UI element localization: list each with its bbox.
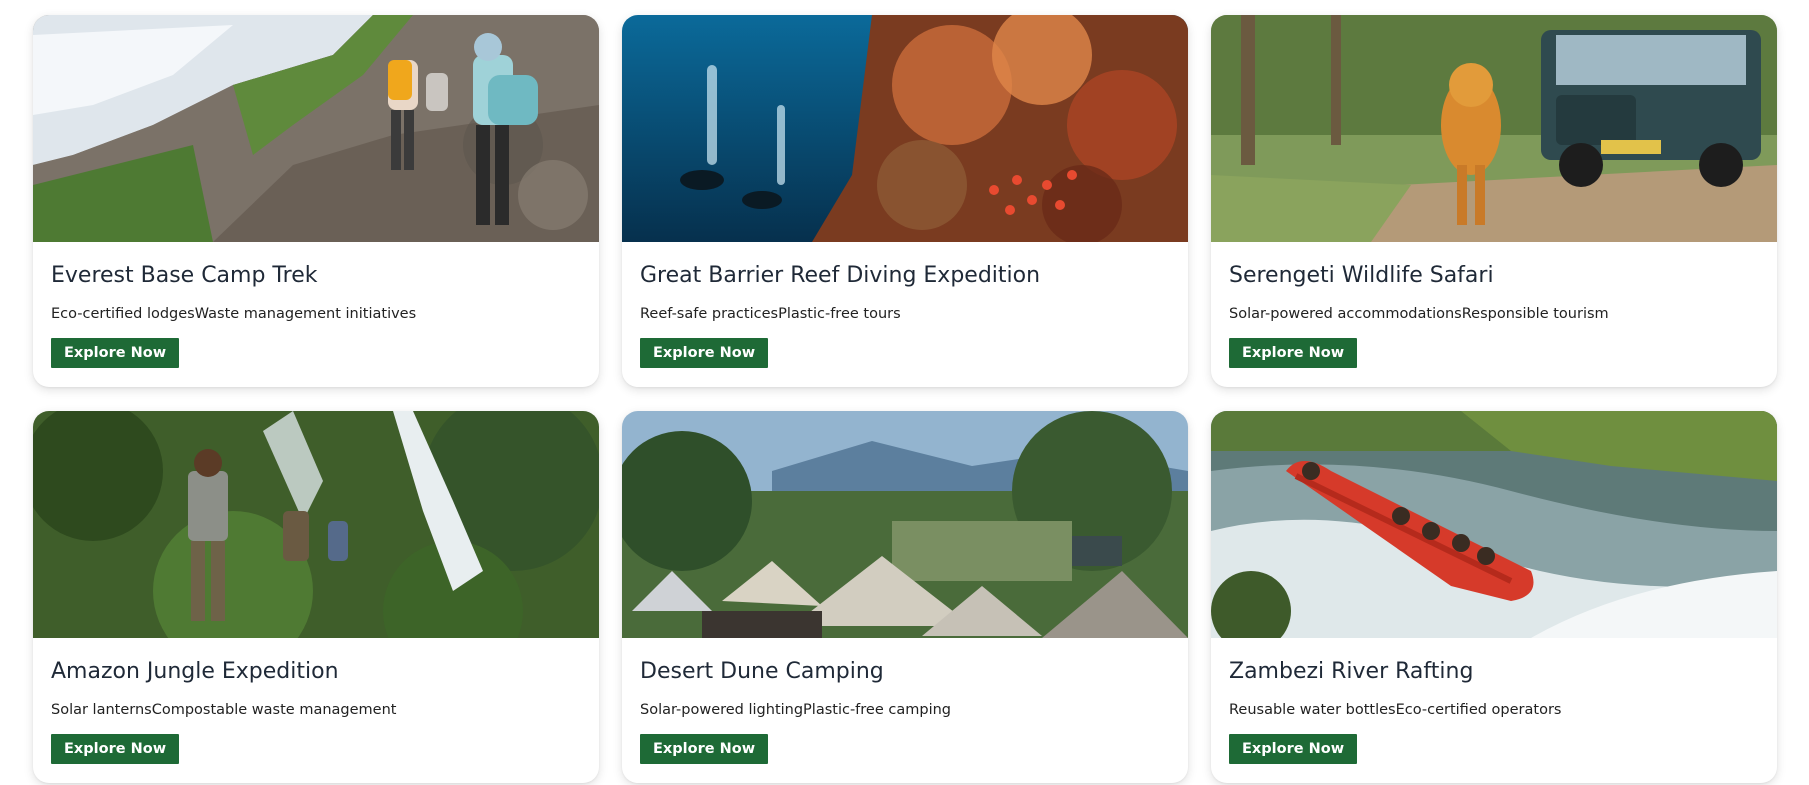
card-image-everest <box>33 15 599 242</box>
destination-card: Desert Dune Camping Solar-powered lighti… <box>622 411 1188 783</box>
card-title: Zambezi River Rafting <box>1229 659 1474 684</box>
explore-now-button[interactable]: Explore Now <box>1229 338 1358 368</box>
card-features: Reusable water bottlesEco-certified oper… <box>1229 702 1562 718</box>
card-image-great-barrier-reef <box>622 15 1188 242</box>
card-title: Great Barrier Reef Diving Expedition <box>640 263 1041 288</box>
destination-card: Everest Base Camp Trek Eco-certified lod… <box>33 15 599 387</box>
destination-card-grid: Everest Base Camp Trek Eco-certified lod… <box>33 15 1777 783</box>
explore-now-button[interactable]: Explore Now <box>640 734 769 764</box>
explore-now-button[interactable]: Explore Now <box>51 734 180 764</box>
card-features: Eco-certified lodgesWaste management ini… <box>51 306 417 322</box>
card-title: Serengeti Wildlife Safari <box>1229 263 1494 288</box>
card-title: Amazon Jungle Expedition <box>51 659 339 684</box>
explore-now-button[interactable]: Explore Now <box>51 338 180 368</box>
card-features: Solar lanternsCompostable waste manageme… <box>51 702 397 718</box>
card-image-zambezi <box>1211 411 1777 638</box>
explore-now-button[interactable]: Explore Now <box>640 338 769 368</box>
card-features: Reef-safe practicesPlastic-free tours <box>640 306 901 322</box>
destination-card: Great Barrier Reef Diving Expedition Ree… <box>622 15 1188 387</box>
card-features: Solar-powered accommodationsResponsible … <box>1229 306 1609 322</box>
card-image-desert-dune-camping <box>622 411 1188 638</box>
destination-card: Zambezi River Rafting Reusable water bot… <box>1211 411 1777 783</box>
card-title: Everest Base Camp Trek <box>51 263 318 288</box>
destination-card: Amazon Jungle Expedition Solar lanternsC… <box>33 411 599 783</box>
destination-card: Serengeti Wildlife Safari Solar-powered … <box>1211 15 1777 387</box>
card-title: Desert Dune Camping <box>640 659 884 684</box>
explore-now-button[interactable]: Explore Now <box>1229 734 1358 764</box>
card-features: Solar-powered lightingPlastic-free campi… <box>640 702 951 718</box>
card-image-serengeti <box>1211 15 1777 242</box>
card-image-amazon <box>33 411 599 638</box>
